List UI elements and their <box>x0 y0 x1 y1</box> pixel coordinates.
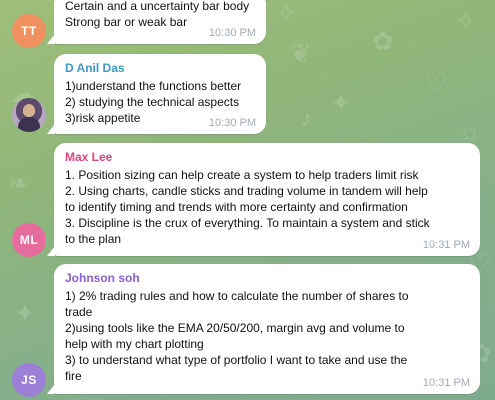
sender-name[interactable]: Max Lee <box>65 149 468 165</box>
avatar[interactable]: TT <box>12 14 46 48</box>
message-text-line: 1) 2% trading rules and how to calculate… <box>65 289 409 303</box>
message-text-line: 2) studying the technical aspects <box>65 95 240 109</box>
sender-name[interactable]: Johnson soh <box>65 270 468 286</box>
message-bubble[interactable]: D Anil Das 1)understand the functions be… <box>47 54 266 134</box>
message-bubble[interactable]: Certain and a uncertainty bar body Stron… <box>47 0 266 44</box>
avatar-photo-body <box>18 117 40 132</box>
message-text-line: 2)using tools like the EMA 20/50/200, ma… <box>65 321 405 335</box>
message-text-line: fire <box>65 369 82 383</box>
chat-message-list[interactable]: TT Certain and a uncertainty bar body St… <box>0 0 495 400</box>
message-timestamp: 10:31 PM <box>422 239 470 251</box>
avatar-initials: JS <box>21 373 37 387</box>
avatar-photo-head <box>23 104 35 117</box>
message-text-line: to the plan <box>65 232 122 246</box>
message-text-line: 1)understand the functions better <box>65 79 242 93</box>
avatar[interactable] <box>12 98 46 132</box>
avatar-initials: ML <box>19 233 39 247</box>
message-bubble[interactable]: Johnson soh 1) 2% trading rules and how … <box>47 264 480 394</box>
message-text-line: help with my chart plotting <box>65 337 204 351</box>
avatar[interactable]: ML <box>12 223 46 257</box>
sender-name[interactable]: D Anil Das <box>65 60 254 76</box>
message-text-line: 2. Using charts, candle sticks and tradi… <box>65 184 428 198</box>
message-text-line: Certain and a uncertainty bar body <box>65 0 250 13</box>
message-timestamp: 10:30 PM <box>208 117 256 129</box>
message-timestamp: 10:31 PM <box>422 377 470 389</box>
message-text-line: 1. Position sizing can help create a sys… <box>65 168 419 182</box>
message-text-line: 3. Discipline is the crux of everything.… <box>65 216 430 230</box>
message-text-line: 3) to understand what type of portfolio … <box>65 353 408 367</box>
message-text-line: to identify timing and trends with more … <box>65 200 408 214</box>
message-text-line: trade <box>65 305 93 319</box>
avatar-initials: TT <box>21 24 37 38</box>
message-timestamp: 10:30 PM <box>208 27 256 39</box>
message-bubble[interactable]: Max Lee 1. Position sizing can help crea… <box>47 143 480 256</box>
avatar[interactable]: JS <box>12 363 46 397</box>
